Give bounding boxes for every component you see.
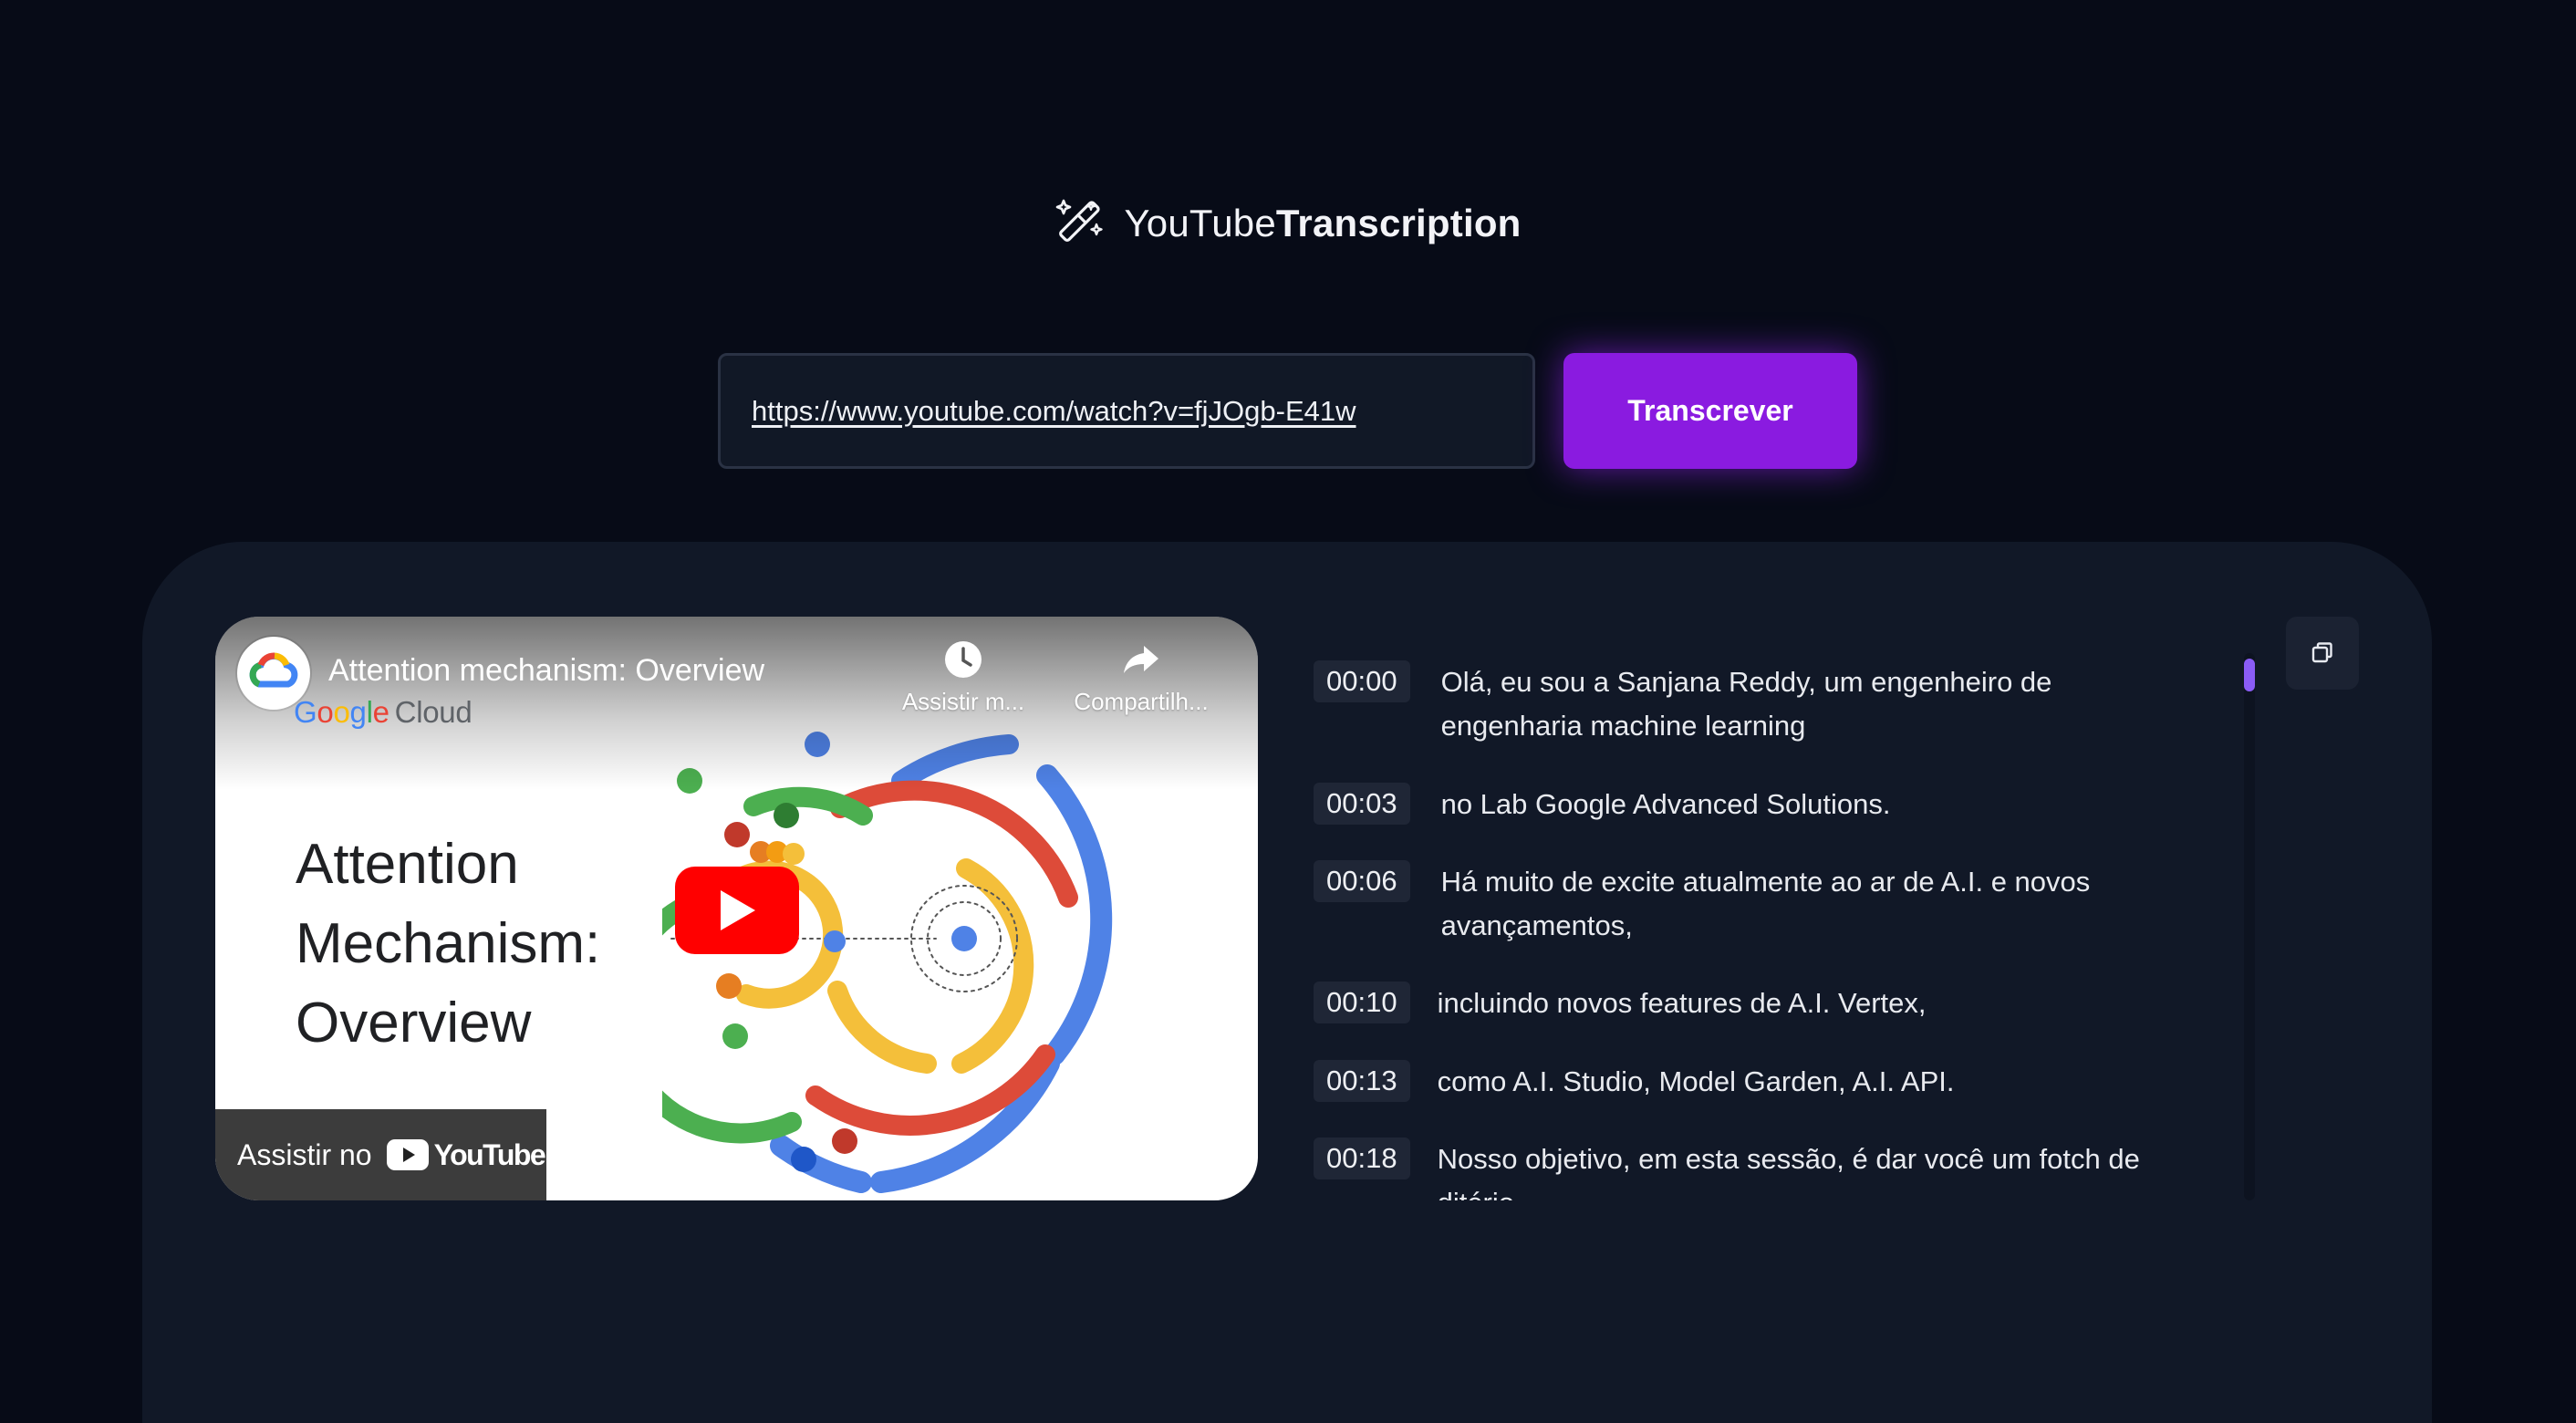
play-button[interactable]	[675, 867, 799, 954]
magic-wand-icon	[1056, 199, 1104, 242]
youtube-play-logo-icon	[386, 1139, 429, 1170]
copy-icon	[2311, 642, 2332, 663]
slide-title-line: Attention	[296, 833, 519, 896]
timestamp[interactable]: 00:18	[1314, 1137, 1410, 1179]
transcribe-button[interactable]: Transcrever	[1563, 353, 1857, 469]
transcript-row[interactable]: 00:00 Olá, eu sou a Sanjana Reddy, um en…	[1314, 660, 2171, 748]
clock-icon	[945, 641, 982, 678]
transcript-text: no Lab Google Advanced Solutions.	[1440, 788, 1891, 820]
timestamp[interactable]: 00:03	[1314, 783, 1410, 825]
google-cloud-wordmark: Google Cloud	[294, 695, 473, 729]
slide-title-line: Overview	[296, 992, 532, 1054]
app-brand: YouTubeTranscription	[0, 197, 2576, 250]
timestamp[interactable]: 00:06	[1314, 860, 1410, 902]
youtube-url-value: https://www.youtube.com/watch?v=fjJOgb-E…	[752, 394, 1356, 427]
transcript-list[interactable]: 00:00 Olá, eu sou a Sanjana Reddy, um en…	[1314, 648, 2226, 1200]
transcript-text: Olá, eu sou a Sanjana Reddy, um engenhei…	[1440, 666, 2052, 742]
timestamp[interactable]: 00:00	[1314, 660, 1410, 702]
transcript-row[interactable]: 00:06 Há muito de excite atualmente ao a…	[1314, 860, 2171, 948]
transcript-row[interactable]: 00:03 no Lab Google Advanced Solutions.	[1314, 783, 2171, 826]
video-player[interactable]: Attention Mechanism: Overview Attention …	[215, 617, 1258, 1200]
youtube-logo: YouTube	[386, 1137, 546, 1172]
share-button[interactable]: Compartilh...	[1064, 637, 1219, 716]
transcript-text: Há muito de excite atualmente ao ar de A…	[1440, 866, 2091, 941]
youtube-wordmark: YouTube	[433, 1137, 546, 1171]
app-title: YouTubeTranscription	[1124, 202, 1521, 245]
youtube-url-input[interactable]: https://www.youtube.com/watch?v=fjJOgb-E…	[718, 353, 1535, 469]
transcript-row[interactable]: 00:13 como A.I. Studio, Model Garden, A.…	[1314, 1060, 2167, 1104]
app-title-light: YouTube	[1124, 202, 1276, 244]
transcript-scroll-thumb[interactable]	[2244, 659, 2255, 691]
play-icon	[721, 890, 755, 930]
transcript-text: Nosso objetivo, em esta sessão, é dar vo…	[1437, 1143, 2140, 1200]
slide-title: Attention Mechanism: Overview	[296, 825, 600, 1063]
share-arrow-icon	[1124, 646, 1158, 673]
watch-later-button[interactable]: Assistir m...	[886, 637, 1041, 716]
google-cloud-word: Cloud	[394, 695, 473, 729]
watch-on-label: Assistir no	[237, 1137, 372, 1171]
share-label: Compartilh...	[1074, 688, 1209, 715]
timestamp[interactable]: 00:13	[1314, 1060, 1410, 1102]
watch-later-label: Assistir m...	[901, 688, 1025, 715]
timestamp[interactable]: 00:10	[1314, 982, 1410, 1023]
transcript-text: como A.I. Studio, Model Garden, A.I. API…	[1437, 1065, 1955, 1097]
app-title-bold: Transcription	[1275, 202, 1522, 244]
transcript-row[interactable]: 00:18 Nosso objetivo, em esta sessão, é …	[1314, 1137, 2167, 1200]
video-title[interactable]: Attention mechanism: Overview	[328, 653, 764, 689]
copy-transcript-button[interactable]	[2286, 617, 2359, 690]
transcript-text: incluindo novos features de A.I. Vertex,	[1437, 987, 1927, 1019]
slide-title-line: Mechanism:	[296, 912, 601, 975]
transcript-scrollbar[interactable]	[2244, 653, 2255, 1200]
watch-on-youtube-button[interactable]: Assistir no YouTube	[215, 1109, 546, 1200]
transcript-row[interactable]: 00:10 incluindo novos features de A.I. V…	[1314, 982, 2167, 1025]
